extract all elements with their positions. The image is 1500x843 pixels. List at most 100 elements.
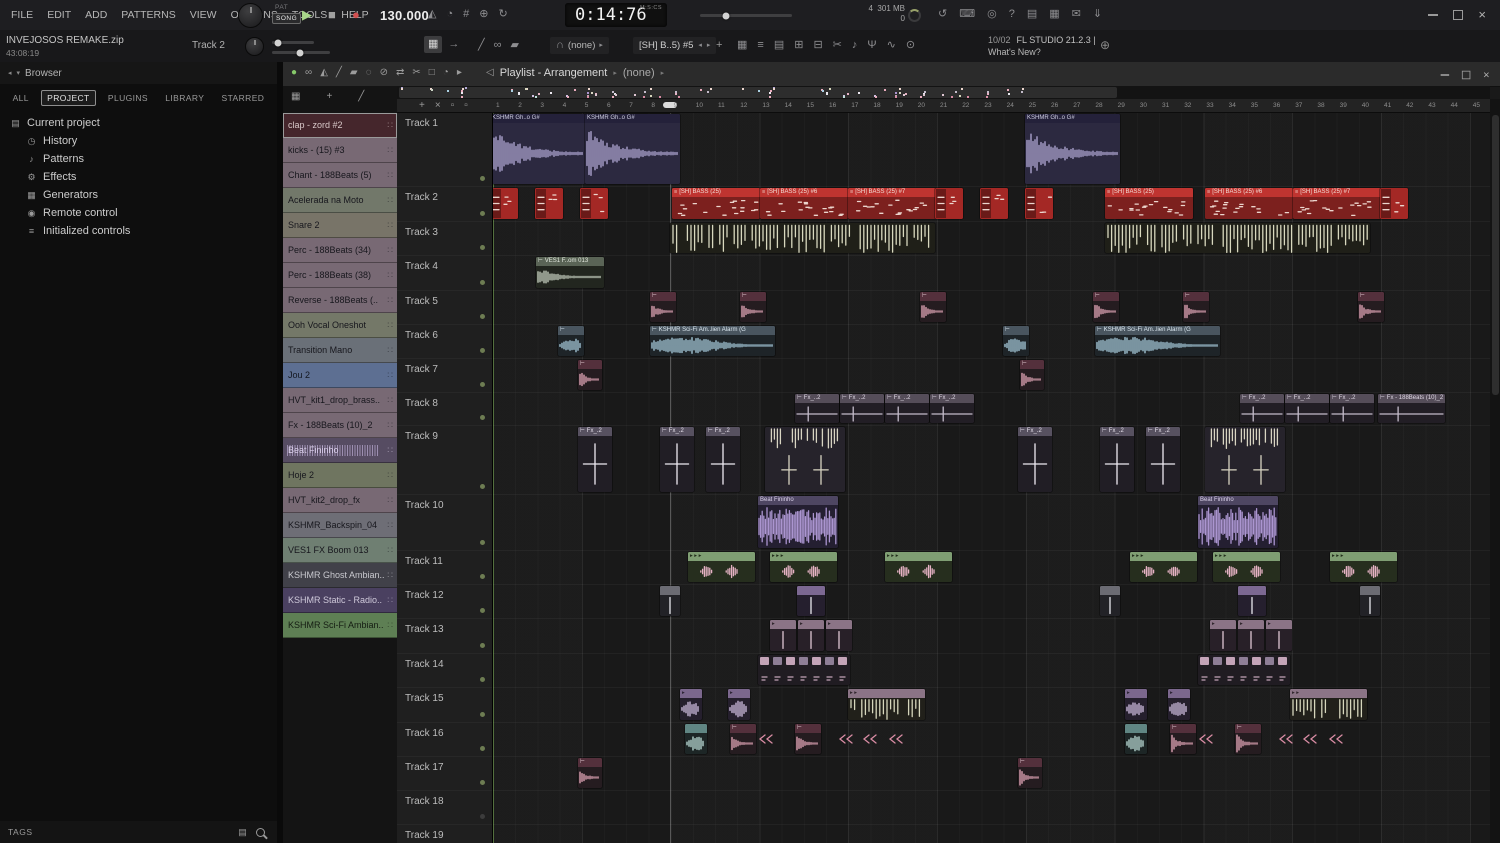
track-mute-led[interactable] <box>480 280 485 285</box>
pattern-perc-188beats-34[interactable]: Perc - 188Beats (34) ∷ <box>283 238 397 263</box>
pattern-grid-icon[interactable]: ∷ <box>387 195 393 206</box>
close-icon[interactable]: × <box>435 101 441 111</box>
track-header-6[interactable]: Track 6 <box>397 325 492 359</box>
shop-icon[interactable]: ⊙ <box>906 40 915 51</box>
pattern-grid-icon[interactable]: ∷ <box>387 520 393 531</box>
plugin-picker-icon[interactable]: ▦ <box>737 40 747 51</box>
vertical-scroll-thumb[interactable] <box>1491 115 1499 395</box>
pencil-icon[interactable]: ╱ <box>336 68 342 78</box>
pattern-hoje-2[interactable]: Hoje 2 ∷ <box>283 463 397 488</box>
track-mute-led[interactable] <box>480 176 485 181</box>
select-icon[interactable]: □ <box>429 68 435 78</box>
paste-icon[interactable]: ⊟ <box>813 40 822 51</box>
clip-spikeP[interactable]: ⊢ <box>740 292 766 322</box>
blend-recording-icon[interactable]: ⊕ <box>479 9 488 20</box>
pattern-grid-icon[interactable]: ∷ <box>387 345 393 356</box>
track-header-12[interactable]: Track 12 <box>397 585 492 619</box>
track-mute-led[interactable] <box>480 746 485 751</box>
track-header-1[interactable]: Track 1 <box>397 113 492 187</box>
picker-display-icon[interactable]: ▦ <box>291 92 300 102</box>
track-lane-2[interactable]: ≡ [SH] BASS (25) ≡ [SH] BASS (25) #6 ≡ [SH] B… <box>493 187 1490 222</box>
typing-keyboard-icon[interactable]: ⌨ <box>959 9 975 20</box>
track-header-11[interactable]: Track 11 <box>397 551 492 585</box>
slice-icon[interactable]: ✂ <box>412 68 420 78</box>
clip-green[interactable]: ▸ ▸ ▸ <box>1330 552 1397 582</box>
clip-fx-2[interactable]: ⊢ Fx_.2 <box>706 427 740 492</box>
clip-beat-fininho[interactable]: Beat Fininho <box>1198 496 1278 548</box>
clip-purpleS[interactable]: ▸ <box>728 689 750 720</box>
clip-spikeP[interactable]: ⊢ <box>1235 724 1261 754</box>
pattern-grid-icon[interactable]: ∷ <box>387 270 393 281</box>
clip-spikeP[interactable]: ⊢ <box>730 724 756 754</box>
record-here-icon[interactable]: ● <box>291 68 297 78</box>
folder-icon[interactable]: ▤ <box>237 827 248 838</box>
clip-fx-2[interactable]: ⊢ Fx_.2 <box>1146 427 1180 492</box>
track-mute-led[interactable] <box>480 484 485 489</box>
clip-sh-bass-25-6[interactable]: ≡ [SH] BASS (25) #6 <box>1205 188 1293 219</box>
record-button[interactable]: ● <box>352 6 360 24</box>
playlist-minimize-button[interactable] <box>1441 74 1450 76</box>
clip-tick[interactable] <box>1198 724 1220 754</box>
chat-icon[interactable]: ✉ <box>1072 9 1081 20</box>
automation-icon[interactable]: ∿ <box>887 40 896 51</box>
clip-mauveS[interactable]: ▸ <box>826 620 852 651</box>
track-mute-led[interactable] <box>480 540 485 545</box>
picker-find-icon[interactable]: + <box>326 92 332 102</box>
clip-bassS[interactable] <box>1025 188 1053 219</box>
add-pattern-button[interactable]: + <box>716 39 722 51</box>
clip-lineG[interactable] <box>1100 586 1120 616</box>
clip-spikeP[interactable]: ⊢ <box>920 292 946 322</box>
tree-item-current-project[interactable]: ▤ Current project <box>0 114 277 132</box>
pattern-beat-fininho[interactable]: Beat Fininho∷ <box>283 438 397 463</box>
stop-button[interactable]: ■ <box>328 6 336 24</box>
tree-item-history[interactable]: ◷ History <box>0 132 277 150</box>
clip-purpleS[interactable]: ▸ <box>1168 689 1190 720</box>
loop-record-icon[interactable]: ↻ <box>498 9 507 20</box>
track-mute-led[interactable] <box>480 608 485 613</box>
tree-item-remote-control[interactable]: ◉ Remote control <box>0 204 277 222</box>
pattern-transition-mano[interactable]: Transition Mano ∷ <box>283 338 397 363</box>
track-header-18[interactable]: Track 18 <box>397 791 492 825</box>
metronome-icon[interactable]: ◭ <box>428 9 436 20</box>
piano-roll-icon[interactable]: ♪ <box>852 40 858 51</box>
clip-sh-bass-25-6[interactable]: ≡ [SH] BASS (25) #6 <box>760 188 848 219</box>
pattern-grid-icon[interactable]: ∷ <box>387 245 393 256</box>
track-lane-15[interactable]: ▸ ▸ ▸ ▸ ▸ ▸ ▸ ▸ <box>493 688 1490 723</box>
clip-bassS[interactable] <box>935 188 963 219</box>
help-icon[interactable]: ? <box>1009 9 1015 20</box>
track-mute-led[interactable] <box>480 677 485 682</box>
clip-vbars2[interactable]: ▸ ▸ <box>848 689 925 720</box>
clip-fx-2[interactable]: ⊢ Fx_.2 <box>578 427 612 492</box>
track-mute-led[interactable] <box>480 712 485 717</box>
channel-rack-icon[interactable]: ▤ <box>774 40 784 51</box>
clip-kshmr-gh-o-g[interactable]: KSHMR Gh..o G# <box>585 114 680 184</box>
track-lane-4[interactable]: ⊢ VES1 F..om 013 <box>493 256 1490 291</box>
delete-icon[interactable]: ◌ <box>366 68 372 78</box>
pattern-perc-188beats-38[interactable]: Perc - 188Beats (38) ∷ <box>283 263 397 288</box>
track-lane-14[interactable] <box>493 654 1490 688</box>
clip-bassS[interactable] <box>493 188 518 219</box>
clip-spikeP[interactable]: ⊢ <box>578 758 602 788</box>
clip-tick[interactable] <box>888 724 910 754</box>
track-header-14[interactable]: Track 14 <box>397 654 492 688</box>
pattern-grid-icon[interactable]: ∷ <box>387 595 393 606</box>
clip-kshmr-sci-fi-am-lien-alarm-g[interactable]: ⊢ KSHMR Sci-Fi Am..lien Alarm (G <box>650 326 775 356</box>
pattern-kshmr-static-radio[interactable]: KSHMR Static - Radio.. ∷ <box>283 588 397 613</box>
marker-a-icon[interactable]: ▫ <box>451 101 455 111</box>
master-volume-slider[interactable] <box>700 12 792 19</box>
slip-icon[interactable]: ⇄ <box>396 68 404 78</box>
clip-fx-2[interactable]: ⊢ Fx_..2 <box>795 394 839 423</box>
clip-spikeP[interactable]: ⊢ <box>650 292 676 322</box>
zoom-icon[interactable]: ◔ <box>443 68 449 78</box>
clip-vbars[interactable] <box>1105 223 1370 253</box>
track-mute-led[interactable] <box>480 574 485 579</box>
song-toggle[interactable]: SONG <box>272 13 302 24</box>
clip-spikeP[interactable]: ⊢ <box>1093 292 1119 322</box>
track-lane-9[interactable]: ⊢ Fx_.2 ⊢ Fx_.2 ⊢ Fx_.2 ⊢ Fx_.2 ⊢ Fx_.2 ⊢ Fx_.2 <box>493 426 1490 495</box>
play-button[interactable]: ▶ <box>302 6 312 24</box>
clip-fx-2[interactable]: ⊢ Fx_..2 <box>930 394 974 423</box>
clip-spikeP[interactable]: ⊢ <box>1183 292 1209 322</box>
tab-library[interactable]: LIBRARY <box>160 91 209 105</box>
clip-green[interactable]: ▸ ▸ ▸ <box>1130 552 1197 582</box>
clip-alienS[interactable]: ⊢ <box>1003 326 1029 356</box>
